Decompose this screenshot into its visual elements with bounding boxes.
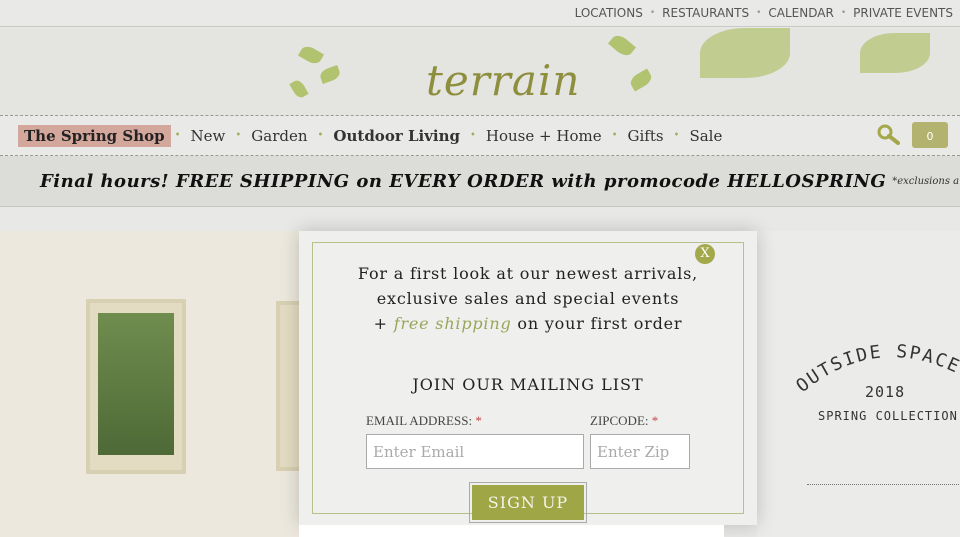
cart-button[interactable]: 0	[912, 122, 948, 148]
leaf-decoration	[700, 28, 790, 78]
nav-spring-shop[interactable]: The Spring Shop	[18, 124, 171, 147]
site-header: terrain	[0, 28, 960, 115]
separator: •	[649, 8, 656, 18]
zip-label: ZIPCODE: *	[590, 413, 658, 429]
required-marker: *	[475, 413, 482, 428]
email-label-text: EMAIL ADDRESS:	[366, 413, 473, 428]
separator: •	[840, 8, 847, 18]
separator: •	[174, 130, 181, 141]
first-order-text: on your first order	[517, 314, 683, 333]
sign-up-button[interactable]: SIGN UP	[472, 485, 584, 520]
nav-house-home[interactable]: House + Home	[480, 125, 608, 147]
nav-outdoor-living[interactable]: Outdoor Living	[327, 125, 466, 147]
link-private-events[interactable]: PRIVATE EVENTS	[853, 6, 953, 20]
plus-sign: +	[373, 314, 388, 333]
leaf-decoration	[627, 68, 655, 92]
nav-garden[interactable]: Garden	[245, 125, 313, 147]
collection-title: SPRING COLLECTION	[818, 409, 958, 423]
leaf-decoration	[297, 43, 325, 67]
terrain-logo[interactable]: terrain	[426, 56, 580, 105]
separator: •	[470, 130, 476, 141]
nav-new[interactable]: New	[185, 125, 232, 147]
separator: •	[235, 130, 242, 141]
content-strip	[299, 525, 724, 537]
mailing-list-heading: JOIN OUR MAILING LIST	[412, 375, 644, 394]
leaf-decoration	[318, 64, 342, 85]
newsletter-modal: X For a first look at our newest arrival…	[299, 231, 757, 525]
link-calendar[interactable]: CALENDAR	[768, 6, 833, 20]
promo-text: Final hours! FREE SHIPPING on EVERY ORDE…	[40, 170, 887, 192]
signup-wrapper: SIGN UP	[469, 482, 587, 523]
window	[86, 299, 186, 474]
promo-exclusions: *exclusions a	[892, 175, 960, 187]
nav-gifts[interactable]: Gifts	[621, 125, 669, 147]
leaf-decoration	[860, 33, 930, 73]
cart-count: 0	[926, 130, 934, 143]
promo-banner[interactable]: Final hours! FREE SHIPPING on EVERY ORDE…	[0, 156, 960, 207]
separator: •	[611, 130, 618, 141]
collection-year: 2018	[865, 383, 906, 401]
separator: •	[673, 130, 680, 141]
link-locations[interactable]: LOCATIONS	[575, 6, 643, 20]
search-icon[interactable]	[876, 123, 902, 147]
modal-intro: For a first look at our newest arrivals,…	[339, 261, 717, 336]
hero-image-house	[0, 231, 306, 537]
email-input[interactable]	[366, 434, 584, 469]
separator: •	[317, 130, 324, 141]
nav-sale[interactable]: Sale	[683, 125, 728, 147]
link-restaurants[interactable]: RESTAURANTS	[662, 6, 749, 20]
free-shipping-text: free shipping	[393, 314, 512, 333]
leaf-decoration	[607, 32, 637, 59]
required-marker: *	[651, 413, 659, 428]
main-nav: The Spring Shop • New • Garden • Outdoor Li…	[0, 115, 960, 156]
zip-label-text: ZIPCODE:	[590, 413, 649, 428]
utility-nav: LOCATIONS • RESTAURANTS • CALENDAR • PRIVAT…	[0, 0, 960, 27]
intro-text: For a first look at our newest arrivals,…	[357, 264, 699, 308]
zip-input[interactable]	[590, 434, 690, 469]
email-label: EMAIL ADDRESS: *	[366, 413, 482, 429]
leaf-decoration	[289, 78, 309, 100]
hero-image-collection: OUTSIDE SPACE 2018 SPRING COLLECTION	[757, 231, 960, 537]
divider	[807, 484, 960, 485]
separator: •	[756, 8, 762, 18]
